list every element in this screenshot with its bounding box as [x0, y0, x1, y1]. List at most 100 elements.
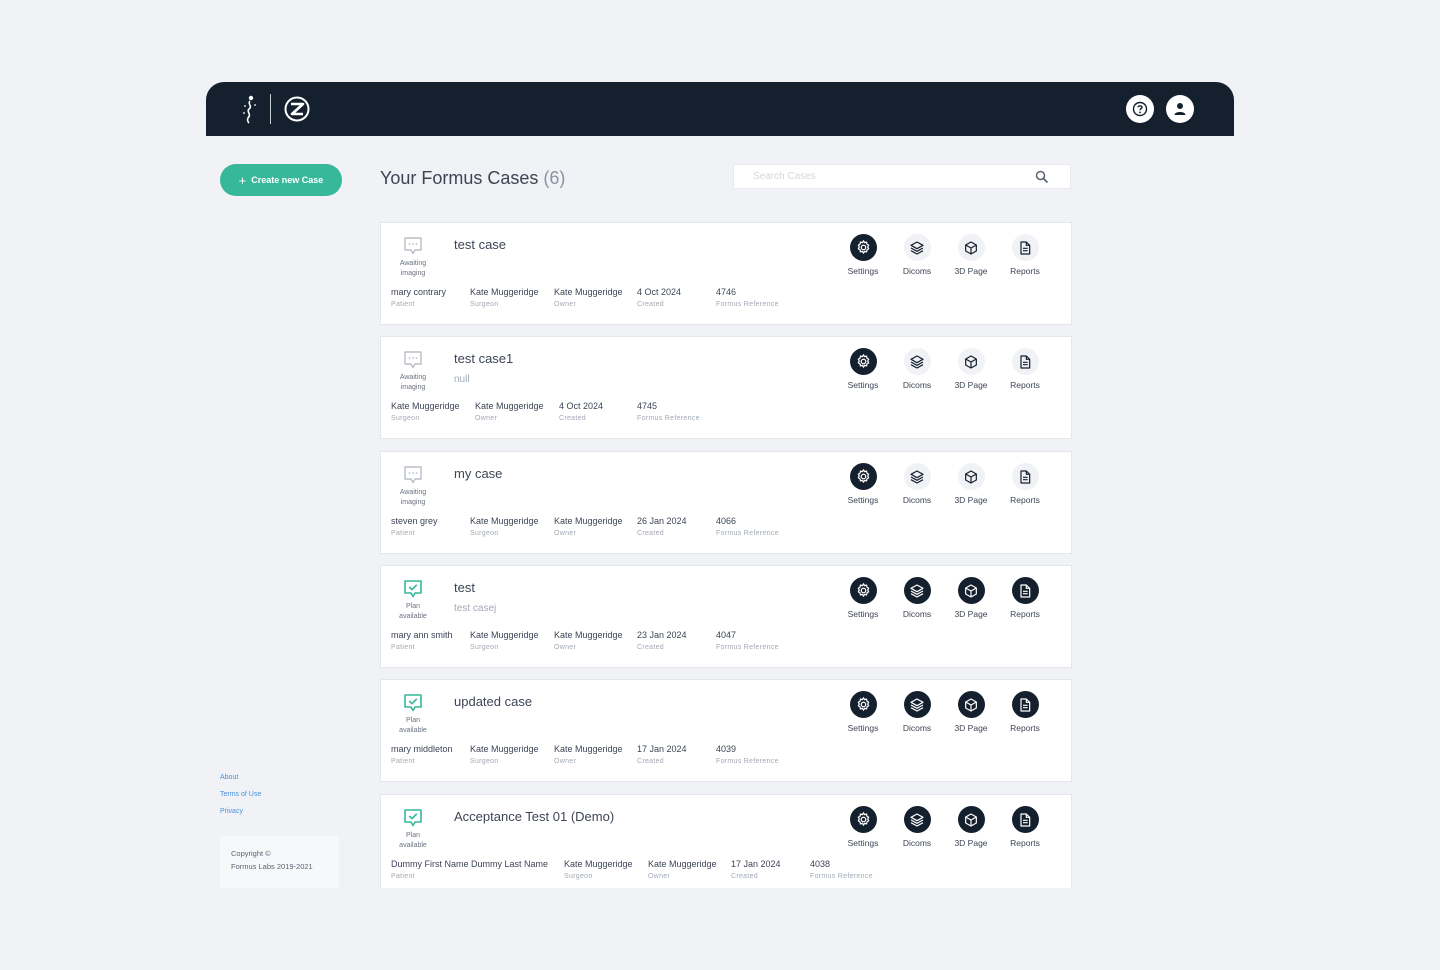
case-status-label: Awaiting imaging — [399, 260, 427, 277]
case-field-label: Patient — [391, 301, 415, 308]
reports-button[interactable]: Reports — [998, 348, 1052, 390]
dicoms-button[interactable]: Dicoms — [890, 348, 944, 390]
case-field: steven grey Patient — [391, 516, 438, 537]
settings-button[interactable]: Settings — [836, 806, 890, 848]
case-field-label: Formus Reference — [637, 415, 700, 422]
formus-logo-icon[interactable] — [238, 94, 262, 124]
dicoms-label: Dicoms — [902, 609, 932, 619]
dicoms-button[interactable]: Dicoms — [890, 577, 944, 619]
case-field-label: Surgeon — [564, 873, 593, 880]
case-title[interactable]: Acceptance Test 01 (Demo) — [454, 809, 614, 824]
case-field: Kate Muggeridge Owner — [554, 630, 623, 651]
case-title[interactable]: my case — [454, 466, 502, 481]
cube-icon — [957, 463, 985, 490]
account-button[interactable] — [1166, 95, 1194, 123]
cube-icon — [957, 806, 985, 833]
case-status: Awaiting imaging — [391, 235, 435, 278]
document-icon — [1011, 463, 1039, 490]
case-card[interactable]: Plan available Acceptance Test 01 (Demo) … — [380, 794, 1072, 888]
case-field: mary contrary Patient — [391, 287, 446, 308]
case-card[interactable]: Plan available test test casej mary ann sm… — [380, 565, 1072, 668]
3d-page-button[interactable]: 3D Page — [944, 806, 998, 848]
3d-page-button[interactable]: 3D Page — [944, 463, 998, 505]
case-actions: Settings Dicoms 3D Page Reports — [836, 348, 1066, 393]
settings-button[interactable]: Settings — [836, 463, 890, 505]
case-field-value: Kate Muggeridge — [554, 287, 623, 297]
case-field-value: Kate Muggeridge — [554, 744, 623, 754]
create-new-case-button[interactable]: + Create new Case — [220, 164, 342, 196]
case-title[interactable]: test case — [454, 237, 506, 252]
settings-button[interactable]: Settings — [836, 234, 890, 276]
dicoms-button[interactable]: Dicoms — [890, 234, 944, 276]
reports-button[interactable]: Reports — [998, 806, 1052, 848]
settings-label: Settings — [847, 838, 879, 848]
case-status-label: Plan available — [399, 832, 427, 849]
about-link[interactable]: About — [220, 774, 261, 783]
case-title[interactable]: test — [454, 580, 475, 595]
case-field-label: Patient — [391, 530, 415, 537]
case-card[interactable]: Awaiting imaging my case steven grey Pati… — [380, 451, 1072, 554]
case-field-label: Surgeon — [470, 758, 499, 765]
case-field: 17 Jan 2024 Created — [637, 744, 687, 765]
case-list: Awaiting imaging test case mary contrary … — [380, 222, 1072, 888]
case-actions: Settings Dicoms 3D Page Reports — [836, 234, 1066, 279]
dicoms-button[interactable]: Dicoms — [890, 691, 944, 733]
case-field: 4745 Formus Reference — [637, 401, 700, 422]
case-field-value: Kate Muggeridge — [470, 287, 539, 297]
case-field-label: Owner — [554, 644, 577, 651]
search-input[interactable] — [734, 165, 1024, 188]
reports-button[interactable]: Reports — [998, 234, 1052, 276]
3d-page-button[interactable]: 3D Page — [944, 691, 998, 733]
reports-button[interactable]: Reports — [998, 463, 1052, 505]
case-status-label: Plan available — [399, 603, 427, 620]
case-card[interactable]: Awaiting imaging test case1 null Kate Mugg… — [380, 336, 1072, 439]
gear-icon — [849, 691, 877, 718]
case-title[interactable]: test case1 — [454, 351, 513, 366]
case-field-label: Owner — [648, 873, 671, 880]
dicoms-button[interactable]: Dicoms — [890, 806, 944, 848]
case-field: Kate Muggeridge Surgeon — [470, 287, 539, 308]
gear-icon — [849, 348, 877, 375]
privacy-link[interactable]: Privacy — [220, 808, 261, 817]
case-field-label: Created — [637, 644, 665, 651]
search-icon[interactable] — [1035, 170, 1049, 184]
reports-button[interactable]: Reports — [998, 691, 1052, 733]
case-field-value: Kate Muggeridge — [564, 859, 633, 869]
help-button[interactable] — [1126, 95, 1154, 123]
case-field-value: Kate Muggeridge — [554, 630, 623, 640]
document-icon — [1011, 806, 1039, 833]
case-field-value: Kate Muggeridge — [470, 516, 539, 526]
case-field-value: mary contrary — [391, 287, 447, 297]
case-count: (6) — [543, 168, 566, 188]
dicoms-button[interactable]: Dicoms — [890, 463, 944, 505]
3d-page-button[interactable]: 3D Page — [944, 348, 998, 390]
case-actions: Settings Dicoms 3D Page Reports — [836, 806, 1066, 851]
document-icon — [1011, 348, 1039, 375]
dicoms-label: Dicoms — [902, 495, 932, 505]
plan-available-icon — [404, 580, 422, 598]
case-field-label: Formus Reference — [810, 873, 873, 880]
3d-page-label: 3D Page — [954, 495, 988, 505]
case-field-value: 23 Jan 2024 — [637, 630, 687, 640]
case-field-value: Kate Muggeridge — [470, 630, 539, 640]
case-field-value: 17 Jan 2024 — [731, 859, 781, 869]
cube-icon — [957, 691, 985, 718]
3d-page-button[interactable]: 3D Page — [944, 577, 998, 619]
zimmer-logo-icon[interactable] — [284, 96, 310, 122]
case-field-label: Owner — [554, 301, 577, 308]
case-field-label: Patient — [391, 873, 415, 880]
settings-button[interactable]: Settings — [836, 691, 890, 733]
reports-label: Reports — [1010, 838, 1040, 848]
plan-available-icon — [404, 694, 422, 712]
case-title[interactable]: updated case — [454, 694, 532, 709]
reports-button[interactable]: Reports — [998, 577, 1052, 619]
case-card[interactable]: Awaiting imaging test case mary contrary … — [380, 222, 1072, 325]
document-icon — [1011, 691, 1039, 718]
settings-button[interactable]: Settings — [836, 348, 890, 390]
case-status: Awaiting imaging — [391, 349, 435, 392]
terms-of-use-link[interactable]: Terms of Use — [220, 791, 261, 800]
case-field-value: 4047 — [716, 630, 737, 640]
case-card[interactable]: Plan available updated case mary middleto… — [380, 679, 1072, 782]
3d-page-button[interactable]: 3D Page — [944, 234, 998, 276]
settings-button[interactable]: Settings — [836, 577, 890, 619]
